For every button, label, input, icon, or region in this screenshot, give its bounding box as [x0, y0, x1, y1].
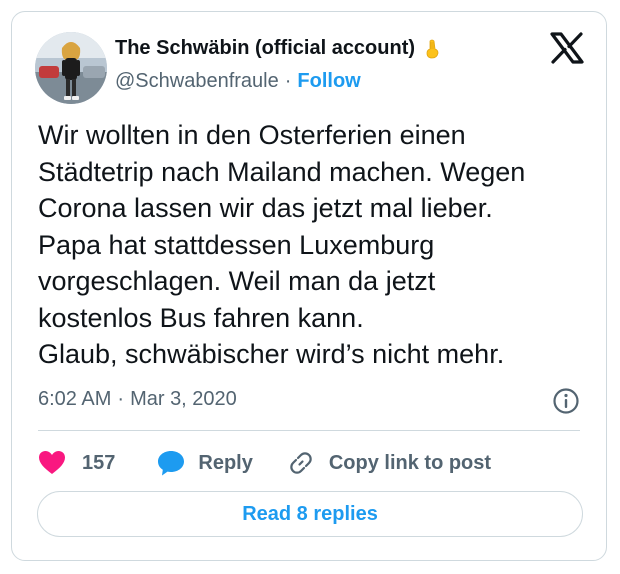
- tweet-card: The Schwäbin (official account) @Schwabe…: [11, 11, 607, 561]
- tweet-text: Wir wollten in den Osterferien einen Stä…: [38, 120, 526, 369]
- info-icon[interactable]: [552, 387, 580, 415]
- author-name-row[interactable]: The Schwäbin (official account): [115, 37, 443, 60]
- like-button[interactable]: 157: [38, 450, 115, 476]
- heart-icon: [39, 451, 65, 474]
- avatar-photo: [35, 32, 107, 104]
- pinched-fingers-emoji: [426, 39, 439, 58]
- read-replies-button[interactable]: Read 8 replies: [37, 491, 583, 537]
- reply-label[interactable]: Reply: [198, 452, 252, 475]
- separator-dot: ·: [117, 388, 125, 410]
- tweet-date[interactable]: Mar 3, 2020: [130, 388, 237, 411]
- divider: [38, 430, 580, 431]
- reply-button[interactable]: Reply: [156, 449, 253, 477]
- tweet-time[interactable]: 6:02 AM: [38, 388, 111, 411]
- x-logo-icon[interactable]: [550, 32, 584, 64]
- read-replies-label[interactable]: Read 8 replies: [242, 503, 378, 526]
- tweet-timestamp[interactable]: 6:02 AM · Mar 3, 2020: [38, 388, 237, 411]
- copy-link-button[interactable]: Copy link to post: [287, 449, 491, 477]
- avatar[interactable]: [35, 32, 107, 104]
- speech-bubble-icon: [158, 451, 185, 476]
- separator-dot: ·: [284, 70, 292, 92]
- like-count[interactable]: 157: [82, 452, 115, 475]
- author-display-name[interactable]: The Schwäbin (official account): [115, 37, 415, 60]
- follow-button[interactable]: Follow: [297, 70, 360, 93]
- action-bar: 157 Reply Copy link to post: [38, 448, 491, 478]
- link-icon: [290, 452, 312, 474]
- copy-link-label[interactable]: Copy link to post: [329, 452, 491, 475]
- author-handle[interactable]: @Schwabenfraule: [115, 70, 279, 93]
- author-handle-row: @Schwabenfraule · Follow: [115, 70, 361, 93]
